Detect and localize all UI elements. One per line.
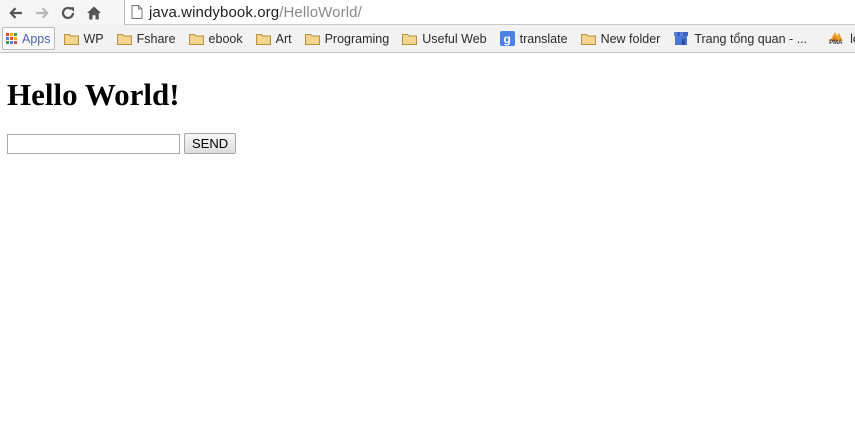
forward-button[interactable]: [29, 1, 55, 25]
folder-icon: [255, 33, 271, 45]
page-heading: Hello World!: [7, 77, 180, 112]
back-arrow-icon: [9, 6, 22, 19]
folder-icon: [188, 33, 204, 45]
bookmark-label: loca: [850, 31, 855, 46]
message-input[interactable]: [7, 133, 180, 154]
bookmarks-bar: Apps WP Fshare ebook Art Programing Usef…: [0, 25, 855, 53]
google-translate-icon: g: [499, 31, 515, 46]
back-button[interactable]: [3, 1, 29, 25]
bookmark-label: WP: [83, 31, 104, 46]
bookmark-trang-tong-quan[interactable]: Trang tổng quan - ...: [669, 28, 810, 49]
folder-icon: [63, 33, 79, 45]
bookmark-label: translate: [519, 31, 568, 46]
forward-arrow-icon: [36, 6, 49, 19]
store-icon: [673, 31, 689, 46]
bookmark-label: Art: [275, 31, 292, 46]
bookmark-label: Fshare: [136, 31, 176, 46]
url-path: /HelloWorld/: [279, 3, 362, 21]
bookmark-fshare[interactable]: Fshare: [113, 28, 179, 49]
home-icon: [87, 6, 101, 19]
send-form: SEND: [7, 133, 848, 155]
home-button[interactable]: [81, 1, 107, 25]
bookmark-label: Useful Web: [422, 31, 487, 46]
folder-icon: [304, 33, 320, 45]
bookmark-apps[interactable]: Apps: [2, 27, 55, 50]
bookmark-apps-label: Apps: [22, 31, 51, 46]
bookmark-translate[interactable]: g translate: [496, 28, 571, 49]
pma-icon: PMA: [828, 30, 845, 47]
bookmark-label: Trang tổng quan - ...: [694, 31, 808, 46]
bookmark-ebook[interactable]: ebook: [185, 28, 246, 49]
page-content: Hello World! SEND: [0, 77, 855, 155]
browser-toolbar: java.windybook.org/HelloWorld/: [0, 0, 855, 25]
url-host: java.windybook.org: [149, 3, 280, 21]
folder-icon: [580, 33, 596, 45]
reload-icon: [61, 6, 75, 19]
pma-icon-text: PMA: [829, 40, 843, 46]
reload-button[interactable]: [55, 1, 81, 25]
bookmark-useful-web[interactable]: Useful Web: [398, 28, 489, 49]
bookmark-new-folder[interactable]: New folder: [577, 28, 664, 49]
bookmark-art[interactable]: Art: [252, 28, 295, 49]
bookmark-label: ebook: [208, 31, 243, 46]
folder-icon: [116, 33, 132, 45]
bookmark-label: New folder: [600, 31, 661, 46]
page-icon: [131, 5, 143, 19]
address-bar[interactable]: java.windybook.org/HelloWorld/: [124, 0, 855, 25]
bookmark-programing[interactable]: Programing: [301, 28, 393, 49]
apps-grid-icon: [6, 33, 17, 44]
send-button[interactable]: SEND: [184, 133, 237, 155]
url-text[interactable]: java.windybook.org/HelloWorld/: [149, 4, 362, 21]
bookmark-label: Programing: [324, 31, 390, 46]
bookmark-localhost[interactable]: PMA loca: [824, 28, 855, 49]
folder-icon: [402, 33, 418, 45]
bookmark-wp[interactable]: WP: [60, 28, 107, 49]
